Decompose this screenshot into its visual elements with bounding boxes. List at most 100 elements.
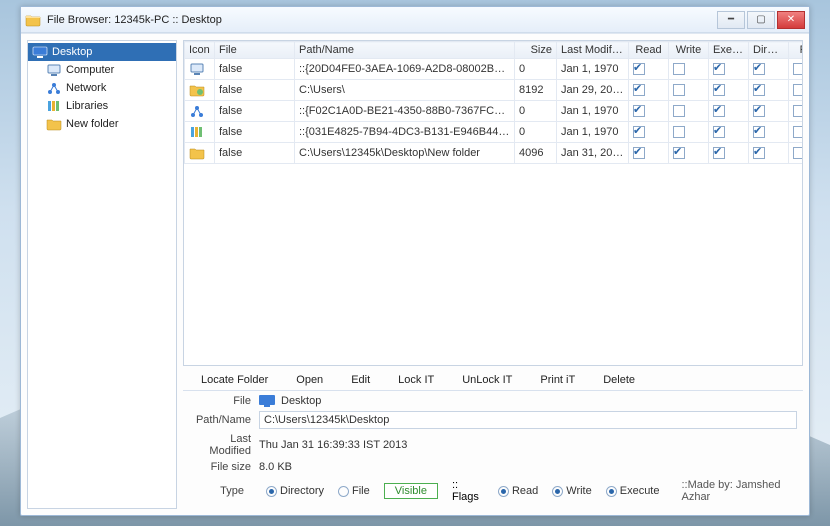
main-panel: Icon File Path/Name Size Last Modified R… (183, 40, 803, 509)
col-icon[interactable]: Icon (185, 42, 215, 59)
folder-icon (46, 116, 62, 132)
delete-link[interactable]: Delete (603, 374, 635, 386)
checkbox[interactable] (633, 147, 645, 159)
file-table: Icon File Path/Name Size Last Modified R… (184, 41, 803, 164)
footer-row: Type Directory File Visible :: Flags Rea… (183, 475, 803, 509)
window-title: File Browser: 12345k-PC :: Desktop (47, 14, 715, 26)
content-area: Desktop Computer Network Libraries New f… (21, 33, 809, 515)
tree-item-label: Network (66, 82, 106, 94)
checkbox[interactable] (713, 105, 725, 117)
print-link[interactable]: Print iT (540, 374, 575, 386)
computer-icon (189, 61, 205, 77)
checkbox[interactable] (633, 63, 645, 75)
radio-directory[interactable]: Directory (266, 485, 324, 497)
checkbox[interactable] (793, 63, 803, 75)
checkbox[interactable] (793, 147, 803, 159)
file-label: File (189, 395, 259, 407)
checkbox[interactable] (673, 84, 685, 96)
table-row[interactable]: false::{20D04FE0-3AEA-1069-A2D8-08002B30… (185, 59, 804, 80)
cell-file: false (215, 122, 295, 143)
file-browser-window: File Browser: 12345k-PC :: Desktop ━ ▢ ✕… (20, 6, 810, 516)
checkbox[interactable] (713, 63, 725, 75)
table-row[interactable]: false::{031E4825-7B94-4DC3-B131-E946B44C… (185, 122, 804, 143)
network-icon (46, 80, 62, 96)
credit-text: ::Made by: Jamshed Azhar (681, 479, 797, 503)
checkbox[interactable] (753, 63, 765, 75)
col-filecol[interactable]: File (789, 42, 804, 59)
maximize-button[interactable]: ▢ (747, 11, 775, 29)
checkbox[interactable] (793, 126, 803, 138)
checkbox[interactable] (713, 147, 725, 159)
col-read[interactable]: Read (629, 42, 669, 59)
tree-item-label: Computer (66, 64, 114, 76)
radio-execute[interactable]: Execute (606, 485, 660, 497)
radio-file[interactable]: File (338, 485, 370, 497)
path-input[interactable] (259, 411, 797, 429)
checkbox[interactable] (753, 105, 765, 117)
window-buttons: ━ ▢ ✕ (715, 11, 805, 29)
checkbox[interactable] (673, 147, 685, 159)
open-link[interactable]: Open (296, 374, 323, 386)
radio-read[interactable]: Read (498, 485, 538, 497)
edit-link[interactable]: Edit (351, 374, 370, 386)
app-folder-icon (25, 12, 41, 28)
checkbox[interactable] (633, 84, 645, 96)
col-directory[interactable]: Directory (749, 42, 789, 59)
tree-item-computer[interactable]: Computer (28, 61, 176, 79)
computer-icon (46, 62, 62, 78)
tree-item-libraries[interactable]: Libraries (28, 97, 176, 115)
modified-value: Thu Jan 31 16:39:33 IST 2013 (259, 439, 797, 451)
modified-label: Last Modified (189, 433, 259, 457)
col-size[interactable]: Size (515, 42, 557, 59)
table-header: Icon File Path/Name Size Last Modified R… (185, 42, 804, 59)
table-row[interactable]: falseC:\Users\12345k\Desktop\New folder4… (185, 143, 804, 164)
col-execute[interactable]: Execute (709, 42, 749, 59)
file-value: Desktop (281, 395, 321, 407)
checkbox[interactable] (793, 105, 803, 117)
close-button[interactable]: ✕ (777, 11, 805, 29)
titlebar: File Browser: 12345k-PC :: Desktop ━ ▢ ✕ (21, 7, 809, 33)
cell-modified: Jan 1, 1970 (557, 59, 629, 80)
lock-link[interactable]: Lock IT (398, 374, 434, 386)
cell-path: C:\Users\ (295, 80, 515, 101)
tree-item-newfolder[interactable]: New folder (28, 115, 176, 133)
locate-folder-link[interactable]: Locate Folder (201, 374, 268, 386)
checkbox[interactable] (753, 147, 765, 159)
checkbox[interactable] (633, 105, 645, 117)
user-folder-icon (189, 82, 205, 98)
cell-modified: Jan 1, 1970 (557, 101, 629, 122)
cell-size: 4096 (515, 143, 557, 164)
cell-path: ::{20D04FE0-3AEA-1069-A2D8-08002B3030... (295, 59, 515, 80)
cell-size: 0 (515, 59, 557, 80)
checkbox[interactable] (713, 126, 725, 138)
col-write[interactable]: Write (669, 42, 709, 59)
tree-item-label: Libraries (66, 100, 108, 112)
checkbox[interactable] (713, 84, 725, 96)
details-panel: File Desktop Path/Name Last Modified Thu… (183, 390, 803, 509)
minimize-button[interactable]: ━ (717, 11, 745, 29)
cell-modified: Jan 29, 2013 (557, 80, 629, 101)
tree-item-network[interactable]: Network (28, 79, 176, 97)
tree-root-label: Desktop (52, 46, 92, 58)
file-grid[interactable]: Icon File Path/Name Size Last Modified R… (183, 40, 803, 366)
checkbox[interactable] (673, 126, 685, 138)
visible-button[interactable]: Visible (384, 483, 438, 499)
action-bar: Locate Folder Open Edit Lock IT UnLock I… (183, 366, 803, 390)
checkbox[interactable] (673, 105, 685, 117)
checkbox[interactable] (673, 63, 685, 75)
table-row[interactable]: falseC:\Users\8192Jan 29, 2013 (185, 80, 804, 101)
cell-file: false (215, 101, 295, 122)
unlock-link[interactable]: UnLock IT (462, 374, 512, 386)
col-file[interactable]: File (215, 42, 295, 59)
checkbox[interactable] (753, 84, 765, 96)
checkbox[interactable] (633, 126, 645, 138)
folder-tree[interactable]: Desktop Computer Network Libraries New f… (27, 40, 177, 509)
table-row[interactable]: false::{F02C1A0D-BE21-4350-88B0-7367FC96… (185, 101, 804, 122)
col-path[interactable]: Path/Name (295, 42, 515, 59)
col-modified[interactable]: Last Modified (557, 42, 629, 59)
tree-root-desktop[interactable]: Desktop (28, 43, 176, 61)
desktop-icon (259, 395, 275, 407)
checkbox[interactable] (793, 84, 803, 96)
checkbox[interactable] (753, 126, 765, 138)
radio-write[interactable]: Write (552, 485, 591, 497)
